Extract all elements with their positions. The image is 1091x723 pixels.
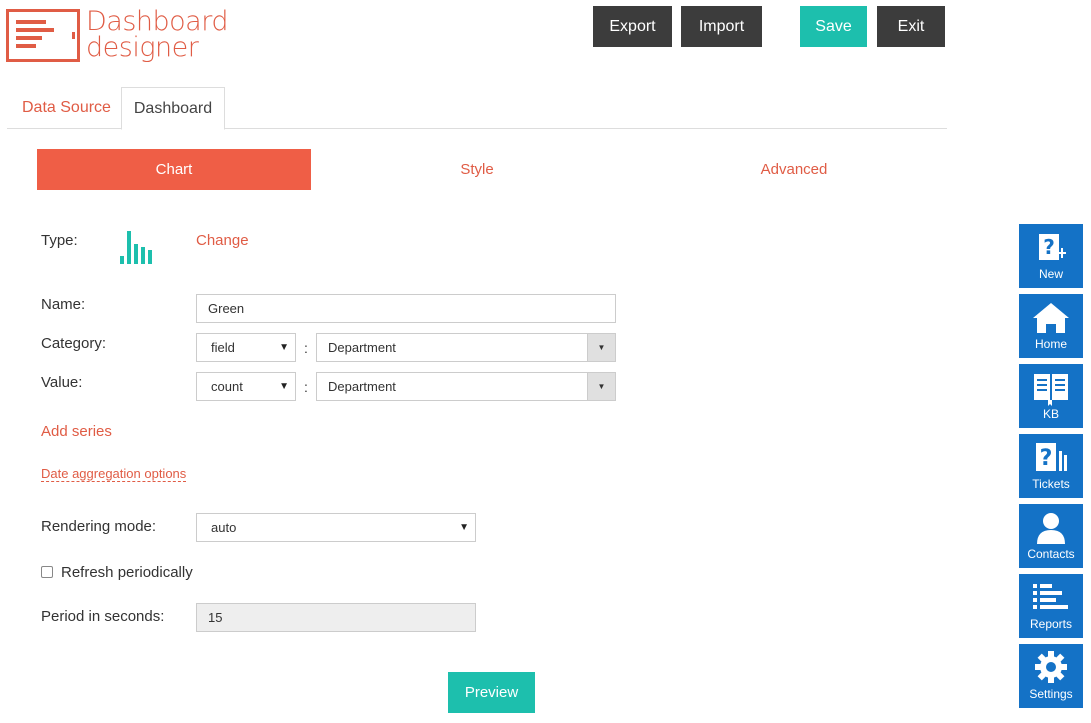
- new-ticket-icon: ?: [1039, 234, 1066, 260]
- tab-data-source[interactable]: Data Source: [7, 87, 126, 129]
- colon-separator: :: [304, 379, 308, 395]
- period-input[interactable]: 15: [196, 603, 476, 632]
- add-series-link[interactable]: Add series: [41, 423, 112, 440]
- sidebar-label-home: Home: [1034, 337, 1067, 351]
- value-field-combo[interactable]: Department ▼: [316, 372, 616, 401]
- dropdown-arrow-icon[interactable]: ▼: [587, 373, 615, 400]
- sidebar-item-reports[interactable]: Reports: [1019, 574, 1083, 638]
- period-label: Period in seconds:: [41, 608, 165, 625]
- category-mode-select[interactable]: field ▼: [196, 333, 296, 362]
- category-field-combo[interactable]: Department ▼: [316, 333, 616, 362]
- caret-down-icon: ▼: [279, 381, 289, 392]
- rendering-mode-select[interactable]: auto ▼: [196, 513, 476, 542]
- type-label: Type:: [41, 232, 78, 249]
- main-tabs: Data Source Dashboard: [7, 87, 947, 130]
- sidebar-item-tickets[interactable]: ? Tickets: [1019, 434, 1083, 498]
- sidebar-item-new[interactable]: ? New: [1019, 224, 1083, 288]
- book-icon: [1034, 374, 1068, 406]
- sidebar-label-settings: Settings: [1029, 687, 1073, 701]
- preview-button[interactable]: Preview: [448, 672, 535, 713]
- svg-text:?: ?: [1043, 235, 1055, 259]
- category-mode-value: field: [211, 340, 235, 355]
- dropdown-arrow-icon[interactable]: ▼: [587, 334, 615, 361]
- tab-dashboard[interactable]: Dashboard: [121, 87, 225, 130]
- value-mode-value: count: [211, 379, 243, 394]
- subtab-style[interactable]: Style: [340, 149, 614, 190]
- change-type-link[interactable]: Change: [196, 232, 249, 249]
- sidebar-label-kb: KB: [1042, 407, 1059, 421]
- app-title-line2: designer: [86, 32, 199, 63]
- svg-text:?: ?: [1040, 446, 1053, 471]
- caret-down-icon: ▼: [279, 342, 289, 353]
- export-button[interactable]: Export: [593, 6, 672, 47]
- sidebar-item-kb[interactable]: KB: [1019, 364, 1083, 428]
- logo-icon: [6, 9, 80, 62]
- bar-chart-icon: [120, 231, 152, 264]
- category-field-value: Department: [328, 340, 396, 355]
- refresh-checkbox[interactable]: [41, 566, 53, 578]
- sidebar-label-tickets: Tickets: [1032, 477, 1070, 491]
- sidebar-label-new: New: [1038, 267, 1063, 281]
- reports-icon: [1033, 584, 1068, 609]
- tickets-icon: ?: [1036, 443, 1067, 471]
- exit-button[interactable]: Exit: [877, 6, 945, 47]
- save-button[interactable]: Save: [800, 6, 867, 47]
- category-label: Category:: [41, 335, 107, 352]
- refresh-label: Refresh periodically: [61, 564, 193, 581]
- subtab-advanced[interactable]: Advanced: [657, 149, 931, 190]
- sidebar-item-settings[interactable]: Settings: [1019, 644, 1083, 708]
- sidebar-label-contacts: Contacts: [1027, 547, 1075, 561]
- person-icon: [1037, 513, 1065, 544]
- app-title: Dashboard designer: [86, 8, 228, 63]
- colon-separator: :: [304, 340, 308, 356]
- caret-down-icon: ▼: [459, 522, 469, 533]
- rendering-mode-label: Rendering mode:: [41, 518, 157, 535]
- gear-icon: [1035, 651, 1067, 683]
- value-mode-select[interactable]: count ▼: [196, 372, 296, 401]
- sidebar-item-contacts[interactable]: Contacts: [1019, 504, 1083, 568]
- rendering-mode-value: auto: [211, 520, 237, 535]
- subtab-chart[interactable]: Chart: [37, 149, 311, 190]
- home-icon: [1033, 303, 1069, 333]
- name-input[interactable]: Green: [196, 294, 616, 323]
- value-label: Value:: [41, 374, 83, 391]
- sidebar-item-home[interactable]: Home: [1019, 294, 1083, 358]
- value-field-value: Department: [328, 379, 396, 394]
- date-aggregation-link[interactable]: Date aggregation options: [41, 466, 187, 482]
- name-label: Name:: [41, 296, 86, 313]
- import-button[interactable]: Import: [681, 6, 762, 47]
- sidebar-label-reports: Reports: [1029, 617, 1073, 631]
